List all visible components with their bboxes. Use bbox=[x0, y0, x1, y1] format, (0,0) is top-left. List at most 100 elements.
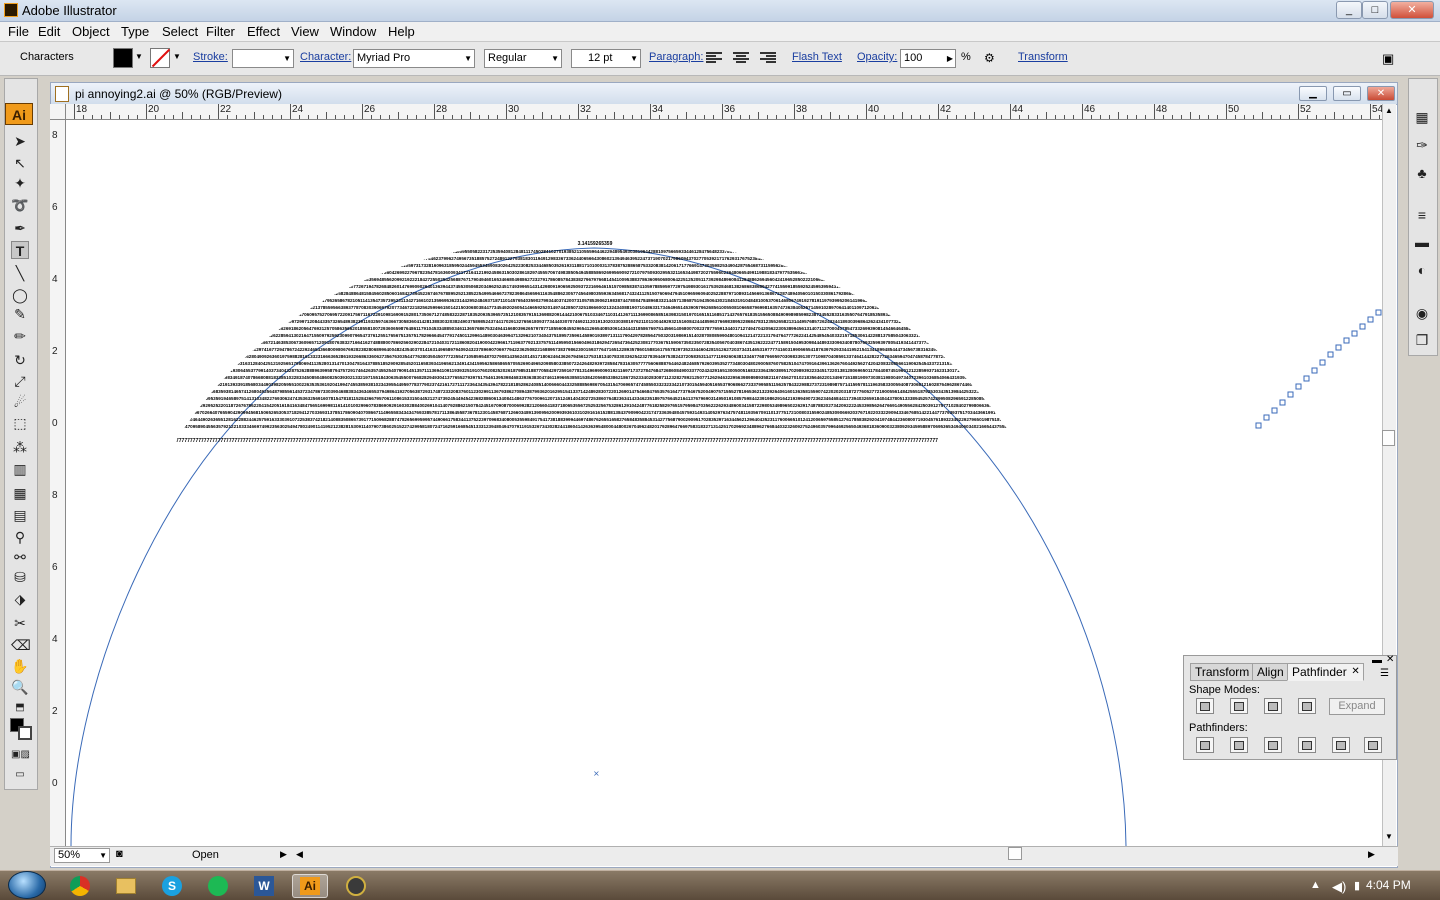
panel-close-icon[interactable]: ✕ bbox=[1386, 654, 1394, 665]
stroke-swatch[interactable] bbox=[150, 48, 170, 68]
opacity-label[interactable]: Opacity: bbox=[857, 51, 897, 63]
outline-button[interactable] bbox=[1332, 737, 1350, 753]
tab-close-icon[interactable]: ✕ bbox=[1351, 664, 1359, 680]
appearance-panel-icon[interactable]: ◉ bbox=[1413, 304, 1431, 322]
type-tool-icon[interactable]: T bbox=[11, 241, 29, 259]
minus-front-button[interactable] bbox=[1230, 698, 1248, 714]
skype-icon[interactable]: S bbox=[154, 874, 190, 898]
exclude-button[interactable] bbox=[1298, 698, 1316, 714]
doc-minimize-button[interactable]: ▁ bbox=[1299, 86, 1327, 101]
transform-link[interactable]: Transform bbox=[1018, 51, 1068, 63]
gradient-tool-icon[interactable]: ▤ bbox=[11, 506, 29, 524]
menu-object[interactable]: Object bbox=[72, 24, 110, 39]
align-left-icon[interactable] bbox=[706, 52, 722, 64]
fill-dropdown-icon[interactable]: ▼ bbox=[135, 52, 143, 61]
selection-tool-icon[interactable]: ➤ bbox=[11, 132, 29, 150]
warp-tool-icon[interactable]: ☄ bbox=[11, 393, 29, 411]
minus-back-button[interactable] bbox=[1364, 737, 1382, 753]
minimize-button[interactable]: _ bbox=[1336, 1, 1362, 19]
eyedropper-tool-icon[interactable]: ⚲ bbox=[11, 528, 29, 546]
font-family-select[interactable]: Myriad Pro ▼ bbox=[353, 49, 475, 68]
tab-align[interactable]: Align bbox=[1252, 663, 1289, 681]
merge-button[interactable] bbox=[1264, 737, 1282, 753]
tab-transform[interactable]: Transform bbox=[1190, 663, 1255, 681]
menu-help[interactable]: Help bbox=[388, 24, 415, 39]
spotify-icon[interactable] bbox=[200, 874, 236, 898]
menu-file[interactable]: File bbox=[8, 24, 29, 39]
layers-panel-icon[interactable]: ❐ bbox=[1413, 331, 1431, 349]
doc-restore-button[interactable]: ▭ bbox=[1333, 86, 1361, 101]
hand-tool-icon[interactable]: ✋ bbox=[11, 657, 29, 675]
color-mode-icon[interactable]: ▣▨ bbox=[11, 746, 30, 764]
chrome-icon[interactable] bbox=[62, 874, 98, 898]
paintbrush-tool-icon[interactable]: ✎ bbox=[11, 305, 29, 323]
magic-wand-tool-icon[interactable]: ✦ bbox=[11, 174, 29, 192]
status-arrow-icon[interactable]: ▶ bbox=[280, 849, 287, 860]
network-icon[interactable]: ▮ bbox=[1354, 879, 1360, 892]
crop-button[interactable] bbox=[1298, 737, 1316, 753]
ellipse-tool-icon[interactable]: ◯ bbox=[11, 286, 29, 304]
selected-text-anchors[interactable] bbox=[1255, 309, 1382, 429]
close-button[interactable]: ✕ bbox=[1390, 1, 1434, 19]
lasso-tool-icon[interactable]: ➰ bbox=[11, 196, 29, 214]
stroke-color-icon[interactable] bbox=[18, 726, 32, 740]
app-icon[interactable] bbox=[338, 874, 374, 898]
word-icon[interactable]: W bbox=[246, 874, 282, 898]
brushes-panel-icon[interactable]: ✑ bbox=[1413, 136, 1431, 154]
menu-filter[interactable]: Filter bbox=[206, 24, 235, 39]
doc-close-button[interactable]: ✕ bbox=[1367, 86, 1395, 101]
opacity-field[interactable]: 100 ▶ bbox=[900, 49, 956, 68]
ruler-origin[interactable] bbox=[50, 104, 66, 120]
panel-menu-icon[interactable]: ▣ bbox=[1382, 51, 1394, 67]
menu-effect[interactable]: Effect bbox=[247, 24, 280, 39]
column-graph-tool-icon[interactable]: ▥ bbox=[11, 460, 29, 478]
pen-tool-icon[interactable]: ✒ bbox=[11, 219, 29, 237]
menu-type[interactable]: Type bbox=[121, 24, 149, 39]
rotate-tool-icon[interactable]: ↻ bbox=[11, 351, 29, 369]
default-fill-stroke-icon[interactable]: ⬒ bbox=[11, 699, 29, 717]
zoom-select[interactable]: 50% ▼ bbox=[54, 848, 110, 863]
tray-expand-icon[interactable]: ▲ bbox=[1310, 879, 1321, 891]
stroke-dropdown-icon[interactable]: ▼ bbox=[173, 52, 181, 61]
menu-view[interactable]: View bbox=[291, 24, 319, 39]
menu-select[interactable]: Select bbox=[162, 24, 198, 39]
crop-tool-icon[interactable]: ✂ bbox=[11, 614, 29, 632]
blend-tool-icon[interactable]: ⚯ bbox=[11, 548, 29, 566]
maximize-button[interactable]: □ bbox=[1362, 1, 1388, 19]
transparency-panel-icon[interactable]: ◐ bbox=[1413, 261, 1431, 279]
live-paint-bucket-tool-icon[interactable]: ⛁ bbox=[11, 568, 29, 586]
stroke-panel-icon[interactable]: ≡ bbox=[1413, 206, 1431, 224]
pencil-tool-icon[interactable]: ✏ bbox=[11, 327, 29, 345]
stroke-label[interactable]: Stroke: bbox=[193, 51, 228, 63]
swatches-panel-icon[interactable]: ▦ bbox=[1413, 108, 1431, 126]
status-text[interactable]: Open bbox=[192, 849, 219, 861]
zoom-tool-icon[interactable]: 🔍 bbox=[11, 678, 29, 696]
stroke-weight-field[interactable]: ▼ bbox=[232, 49, 294, 68]
intersect-button[interactable] bbox=[1264, 698, 1282, 714]
start-button[interactable] bbox=[8, 871, 46, 899]
free-transform-tool-icon[interactable]: ⬚ bbox=[11, 414, 29, 432]
live-paint-selection-tool-icon[interactable]: ⬗ bbox=[11, 590, 29, 608]
font-style-select[interactable]: Regular ▼ bbox=[484, 49, 562, 68]
font-size-field[interactable]: 12 pt ▼ bbox=[571, 49, 641, 68]
gear-icon[interactable]: ⚙ bbox=[984, 51, 995, 65]
folder-icon[interactable] bbox=[108, 874, 144, 898]
clock[interactable]: 4:04 PM bbox=[1366, 878, 1411, 892]
menu-edit[interactable]: Edit bbox=[38, 24, 60, 39]
flash-text-link[interactable]: Flash Text bbox=[792, 51, 842, 63]
screen-mode-icon[interactable]: ▭ bbox=[11, 766, 29, 784]
align-right-icon[interactable] bbox=[760, 52, 776, 64]
unite-button[interactable] bbox=[1196, 698, 1214, 714]
horizontal-scroll-thumb[interactable] bbox=[1008, 847, 1022, 860]
character-label[interactable]: Character: bbox=[300, 51, 351, 63]
expand-button[interactable]: Expand bbox=[1329, 698, 1385, 715]
eraser-tool-icon[interactable]: ⌫ bbox=[11, 636, 31, 654]
tab-pathfinder[interactable]: Pathfinder ✕ bbox=[1287, 663, 1364, 681]
horizontal-ruler[interactable]: 18 20 22 24 26 28 30 32 34 36 38 40 42 44 46 48 50 52 54 bbox=[66, 104, 1382, 120]
gradient-panel-icon[interactable]: ▬ bbox=[1413, 233, 1431, 251]
paragraph-label[interactable]: Paragraph: bbox=[649, 51, 703, 63]
scroll-left-icon[interactable]: ◀ bbox=[296, 849, 303, 860]
vertical-scroll-thumb[interactable] bbox=[1382, 430, 1395, 446]
align-center-icon[interactable] bbox=[733, 52, 749, 64]
scroll-right-icon[interactable]: ▶ bbox=[1368, 849, 1375, 860]
